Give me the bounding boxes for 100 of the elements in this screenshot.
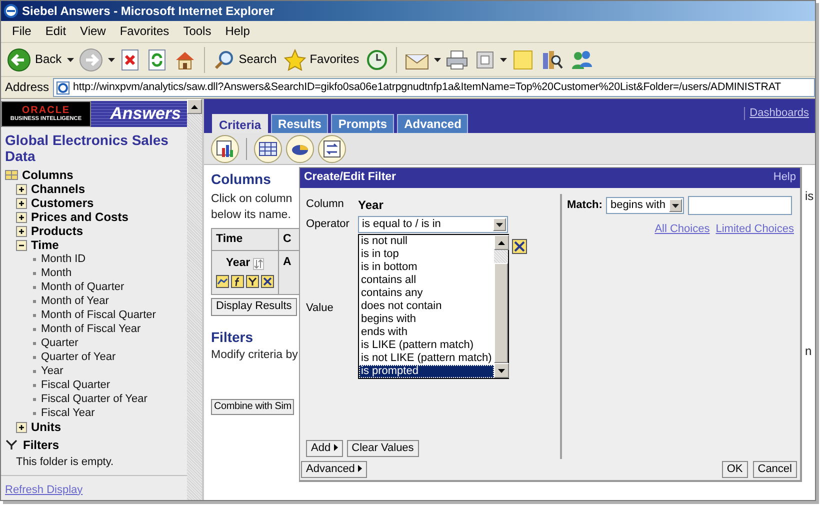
operator-dropdown[interactable]: is equal to / is in: [358, 216, 508, 234]
menu-item[interactable]: View: [73, 24, 113, 39]
tree-column[interactable]: Month ID: [41, 252, 86, 266]
menu-item[interactable]: Edit: [38, 24, 74, 39]
tree-column[interactable]: Quarter of Year: [41, 350, 116, 364]
tree-column[interactable]: Fiscal Quarter: [41, 378, 110, 392]
instruction-text: Click on column: [211, 192, 292, 205]
history-icon: [366, 48, 388, 70]
tree-column[interactable]: Quarter: [41, 336, 78, 350]
tree-folder[interactable]: Products: [31, 224, 84, 238]
tree-column[interactable]: Month: [41, 266, 72, 280]
tree-folder[interactable]: Units: [31, 420, 61, 434]
tab[interactable]: Advanced: [397, 114, 468, 133]
dropdown-option[interactable]: ends with: [359, 326, 494, 340]
choices-link[interactable]: All Choices: [654, 223, 710, 236]
tree-folder[interactable]: Prices and Costs: [31, 210, 128, 224]
bullet-icon: [33, 300, 36, 303]
expand-icon[interactable]: [16, 226, 27, 237]
dropdown-button[interactable]: [500, 58, 508, 62]
caret-icon: [108, 58, 115, 62]
tab[interactable]: Results: [271, 114, 328, 133]
refresh-link[interactable]: Refresh Display: [5, 484, 83, 496]
tree-column[interactable]: Month of Year: [41, 294, 109, 308]
bullet-icon: [33, 412, 36, 415]
add-button[interactable]: Add: [306, 440, 343, 457]
expand-icon[interactable]: [16, 212, 27, 223]
field-label: Match:: [567, 198, 602, 212]
back-button[interactable]: Back: [5, 46, 64, 72]
note-icon: [512, 48, 534, 70]
tree-column[interactable]: Month of Fiscal Quarter: [41, 308, 156, 322]
caret-icon: [500, 58, 508, 62]
ok-button[interactable]: OK: [722, 460, 748, 478]
dashboards-link[interactable]: Dashboards: [744, 107, 809, 120]
clear-values-button[interactable]: Clear Values: [346, 440, 419, 457]
expand-icon[interactable]: [16, 198, 27, 209]
menu-item[interactable]: Favorites: [112, 24, 176, 39]
filters-heading: Filters: [23, 438, 60, 452]
cancel-button[interactable]: Cancel: [752, 460, 797, 478]
dropdown-option[interactable]: is in top: [359, 248, 494, 262]
display-results-button[interactable]: Display Results: [211, 298, 297, 316]
search-button[interactable]: Search: [210, 48, 279, 72]
tree-column[interactable]: Month of Quarter: [41, 280, 124, 294]
columns-icon: [5, 170, 18, 180]
dropdown-option[interactable]: is not LIKE (pattern match): [359, 352, 494, 366]
tree-column[interactable]: Year: [41, 364, 64, 378]
scroll-up-button[interactable]: [187, 99, 202, 114]
menu-item[interactable]: File: [5, 24, 38, 39]
table-header: C: [278, 228, 299, 251]
help-link[interactable]: Help: [773, 171, 796, 185]
choices-link[interactable]: Limited Choices: [716, 223, 794, 236]
column-name[interactable]: Year: [226, 257, 250, 272]
tree-column[interactable]: Month of Fiscal Year: [41, 322, 141, 336]
bullet-icon: [33, 342, 36, 345]
tree-folder[interactable]: Columns: [22, 168, 74, 182]
tree-column[interactable]: Fiscal Year: [41, 406, 95, 420]
dropdown-option[interactable]: contains any: [359, 287, 494, 300]
expand-icon[interactable]: [16, 184, 27, 195]
address-field[interactable]: http://winxpvm/analytics/saw.dll?Answers&SearchID=gikfo0sa06e1atrpgnudtnfp1a&ItemName=Top%20Customer%20List&Folder=/users/ADMINISTRAT: [53, 78, 815, 97]
dropdown-button[interactable]: [434, 58, 442, 62]
tree-folder[interactable]: Channels: [31, 182, 86, 196]
tree-folder[interactable]: Customers: [31, 196, 94, 210]
section-heading: Filters: [211, 328, 254, 345]
product-name: Answers: [91, 101, 187, 127]
formula-icon: [231, 275, 244, 288]
dropdown-option[interactable]: is not null: [359, 235, 494, 248]
dropdown-option[interactable]: begins with: [359, 313, 494, 326]
sort-icon: [253, 258, 264, 270]
scroll-up-button[interactable]: [494, 235, 509, 250]
tab[interactable]: Prompts: [331, 114, 394, 133]
dropdown-option[interactable]: is LIKE (pattern match): [359, 339, 494, 352]
scroll-thumb[interactable]: [494, 263, 508, 364]
scroll-down-button[interactable]: [494, 363, 509, 378]
browser-icon: [4, 4, 18, 18]
menu-item[interactable]: Help: [218, 24, 257, 39]
dropdown-button[interactable]: [66, 58, 74, 62]
collapse-icon[interactable]: [16, 240, 27, 251]
advanced-button[interactable]: Advanced: [301, 460, 367, 478]
criteria-view-button[interactable]: [211, 134, 239, 162]
dropdown-option[interactable]: does not contain: [359, 300, 494, 314]
table-view-button[interactable]: [254, 134, 282, 162]
filter-icon: [6, 440, 17, 450]
delete-icon: [261, 275, 274, 288]
favorites-button[interactable]: Favorites: [282, 48, 362, 72]
dropdown-option[interactable]: is prompted: [359, 365, 494, 378]
cut-off-text: is: [805, 189, 814, 203]
search-field[interactable]: [688, 196, 792, 215]
dropdown-option[interactable]: contains all: [359, 274, 494, 288]
chart-view-button[interactable]: [286, 134, 314, 162]
print-button[interactable]: [444, 48, 470, 70]
expand-icon[interactable]: [16, 422, 27, 433]
tab[interactable]: Criteria: [212, 114, 268, 133]
match-dropdown[interactable]: begins with: [606, 197, 684, 214]
bullet-icon: [33, 356, 36, 359]
tree-column[interactable]: Fiscal Quarter of Year: [41, 392, 148, 406]
menu-item[interactable]: Tools: [176, 24, 218, 39]
dropdown-button[interactable]: [108, 58, 115, 62]
combine-button[interactable]: Combine with Sim: [211, 399, 294, 416]
dropdown-option[interactable]: is in bottom: [359, 261, 494, 274]
tree-folder[interactable]: Time: [31, 238, 59, 252]
pivot-view-button[interactable]: [318, 134, 346, 162]
